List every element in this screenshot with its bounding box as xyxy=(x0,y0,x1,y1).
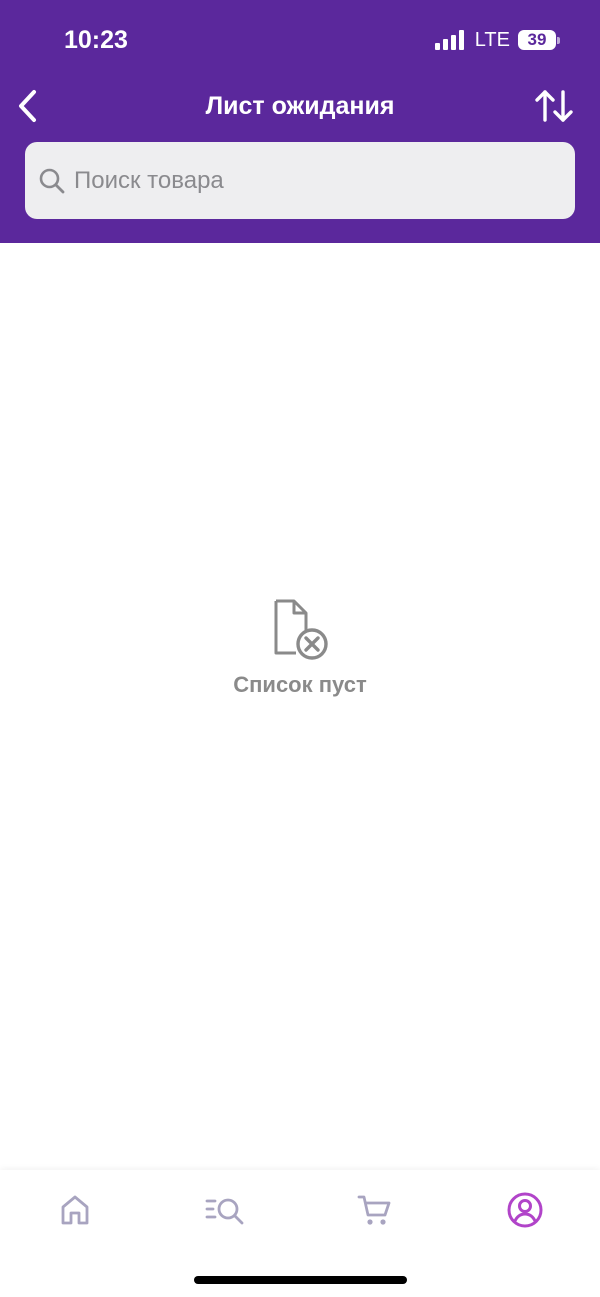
search-bar[interactable] xyxy=(25,142,575,219)
chevron-left-icon xyxy=(19,90,36,122)
tab-profile[interactable] xyxy=(503,1188,547,1232)
battery-level: 39 xyxy=(518,30,556,50)
empty-document-icon xyxy=(274,599,328,660)
catalog-search-icon xyxy=(205,1198,244,1225)
empty-state-message: Список пуст xyxy=(233,672,367,697)
search-icon xyxy=(37,166,67,196)
status-time: 10:23 xyxy=(64,26,128,54)
network-type: LTE xyxy=(474,28,510,51)
tab-home[interactable] xyxy=(53,1188,97,1232)
status-indicators: LTE 39 xyxy=(434,28,560,52)
sort-arrows-icon xyxy=(535,90,573,122)
page-title: Лист ожидания xyxy=(205,92,395,120)
sort-button[interactable] xyxy=(532,84,576,128)
home-indicator xyxy=(194,1276,407,1284)
battery-icon: 39 xyxy=(518,30,560,50)
search-input[interactable] xyxy=(72,165,546,196)
signal-icon xyxy=(434,30,467,50)
back-button[interactable] xyxy=(6,84,50,128)
tab-catalog[interactable] xyxy=(203,1188,247,1232)
tab-cart[interactable] xyxy=(353,1188,397,1232)
cart-icon xyxy=(357,1195,391,1225)
profile-icon xyxy=(507,1192,543,1228)
header-bar: 10:23 LTE 39 Лист ожидания xyxy=(0,0,600,243)
home-icon xyxy=(61,1195,89,1225)
